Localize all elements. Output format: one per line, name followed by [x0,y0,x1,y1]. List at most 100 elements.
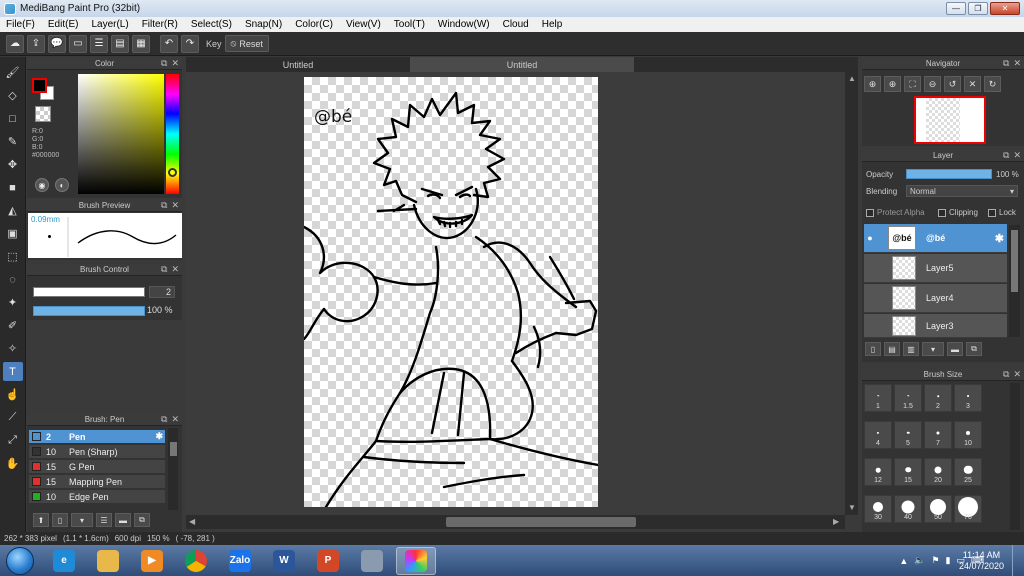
protect-alpha-toggle[interactable]: Protect Alpha [866,208,925,217]
clipping-toggle[interactable]: Clipping [938,208,978,217]
gear-icon[interactable]: ✱ [995,232,1004,245]
color-palette-icon[interactable]: ◉ [35,178,49,192]
grid-icon[interactable]: ▦ [132,34,150,53]
canvas-horizontal-scrollbar[interactable]: ◀ ▶ [186,515,845,529]
start-button[interactable] [6,546,34,575]
brush-size-slider[interactable] [33,287,145,297]
menu-view[interactable]: View(V) [346,19,381,30]
zoom-in-alt-icon[interactable]: ⊕ [884,76,901,92]
tray-expand-icon[interactable]: ▲ [899,556,908,566]
canvas-vertical-scrollbar[interactable]: ▲ ▼ [845,72,858,515]
flip-icon[interactable]: ✕ [964,76,981,92]
undock-icon[interactable]: ⧉ [161,58,167,69]
upload-icon[interactable]: ⇪ [27,34,45,53]
brush-size-option[interactable]: 15 [894,458,922,486]
gear-icon[interactable]: ✱ [155,431,163,442]
eyedropper-tool-icon[interactable]: ⤢ [3,431,23,450]
undock-icon[interactable]: ⧉ [161,200,167,211]
transparent-color-swatch[interactable] [35,106,51,122]
pen-tool-icon[interactable]: ✎ [3,132,23,151]
brush-size-option[interactable]: 1.5 [894,384,922,412]
new-layer-icon[interactable]: ▯ [865,342,881,356]
taskbar-medibang[interactable] [396,546,436,575]
taskbar-internet-explorer[interactable]: e [44,547,84,575]
menu-color[interactable]: Color(C) [295,19,333,30]
menu-edit[interactable]: Edit(E) [48,19,79,30]
close-panel-icon[interactable]: ✕ [171,200,179,211]
undock-icon[interactable]: ⧉ [161,264,167,275]
taskbar-media-player[interactable]: ▶ [132,547,172,575]
brush-add-icon[interactable]: ⬆ [33,513,49,527]
brush-list-scroll-thumb[interactable] [170,442,177,456]
move-tool-icon[interactable]: ✥ [3,155,23,174]
undock-icon[interactable]: ⧉ [1003,369,1009,380]
protect-alpha-checkbox[interactable] [866,208,874,217]
new-8bit-layer-icon[interactable]: ▥ [903,342,919,356]
menu-file[interactable]: File(F) [6,19,35,30]
brush-item-pen[interactable]: 2 Pen ✱ [29,430,165,444]
menu-cloud[interactable]: Cloud [503,19,529,30]
menu-layer[interactable]: Layer(L) [91,19,128,30]
blending-mode-select[interactable]: Normal ▾ [906,185,1018,197]
taskbar-powerpoint[interactable]: P [308,547,348,575]
layer-item-layer3[interactable]: Layer3 [864,314,1007,338]
brush-size-option[interactable]: 40 [894,495,922,523]
brush-size-option[interactable]: 30 [864,495,892,523]
close-panel-icon[interactable]: ✕ [1013,150,1021,161]
brush-size-option[interactable]: 70 [954,495,982,523]
navigator-thumbnail[interactable] [914,96,986,144]
zoom-out-icon[interactable]: ⊖ [924,76,941,92]
operation-tool-icon[interactable]: ☝ [3,385,23,404]
undock-icon[interactable]: ⧉ [1003,58,1009,69]
redo-icon[interactable]: ↷ [181,34,199,53]
brush-size-option[interactable]: 20 [924,458,952,486]
brush-opacity-slider[interactable] [33,306,145,316]
close-panel-icon[interactable]: ✕ [171,264,179,275]
menu-filter[interactable]: Filter(R) [142,19,178,30]
new-halftone-layer-icon[interactable]: ▤ [884,342,900,356]
undock-icon[interactable]: ⧉ [1003,150,1009,161]
layer-folder-icon[interactable]: ▬ [947,342,963,356]
close-panel-icon[interactable]: ✕ [171,58,179,69]
menu-tool[interactable]: Tool(T) [394,19,425,30]
brush-size-option[interactable]: 10 [954,421,982,449]
eraser-tool-icon[interactable]: ◇ [3,86,23,105]
scroll-right-arrow-icon[interactable]: ▶ [833,517,839,526]
visibility-dot-icon[interactable]: ● [864,233,876,243]
gradient-tool-icon[interactable]: ▣ [3,224,23,243]
scroll-down-arrow-icon[interactable]: ▼ [848,503,856,512]
select-eraser-tool-icon[interactable]: ✧ [3,339,23,358]
canvas-workspace[interactable]: @bé [186,72,845,515]
lock-checkbox[interactable] [988,208,996,217]
taskbar-word[interactable]: W [264,547,304,575]
cloud-icon[interactable]: ☁ [6,34,24,53]
foreground-color-swatch[interactable] [32,78,47,93]
tab-untitled-2[interactable]: Untitled [410,57,634,72]
undo-icon[interactable]: ↶ [160,34,178,53]
brush-size-option[interactable]: 4 [864,421,892,449]
clipping-checkbox[interactable] [938,208,946,217]
saturation-value-square[interactable] [78,74,164,194]
taskbar-chrome[interactable] [176,547,216,575]
lock-toggle[interactable]: Lock [988,208,1016,217]
brush-item-mapping-pen[interactable]: 15 Mapping Pen [29,475,165,489]
undock-icon[interactable]: ⧉ [161,414,167,425]
select-pen-tool-icon[interactable]: ✐ [3,316,23,335]
duplicate-layer-icon[interactable]: ⧉ [966,342,982,356]
brush-properties-icon[interactable]: ☰ [96,513,112,527]
close-panel-icon[interactable]: ✕ [1013,369,1021,380]
brush-size-option[interactable]: 50 [924,495,952,523]
brush-size-option[interactable]: 3 [954,384,982,412]
brush-list-scrollbar[interactable] [168,428,178,510]
menu-snap[interactable]: Snap(N) [245,19,282,30]
magic-wand-tool-icon[interactable]: ✦ [3,293,23,312]
lasso-tool-icon[interactable]: ◌ [3,270,23,289]
divide-tool-icon[interactable]: ⟋ [3,408,23,427]
minimize-button[interactable]: — [946,2,966,15]
menu-select[interactable]: Select(S) [191,19,232,30]
rotate-right-icon[interactable]: ↻ [984,76,1001,92]
close-panel-icon[interactable]: ✕ [1013,58,1021,69]
hand-tool-icon[interactable]: ✋ [3,454,23,473]
brush-size-scrollbar[interactable] [1010,383,1020,530]
fill-rect-tool-icon[interactable]: ■ [3,178,23,197]
